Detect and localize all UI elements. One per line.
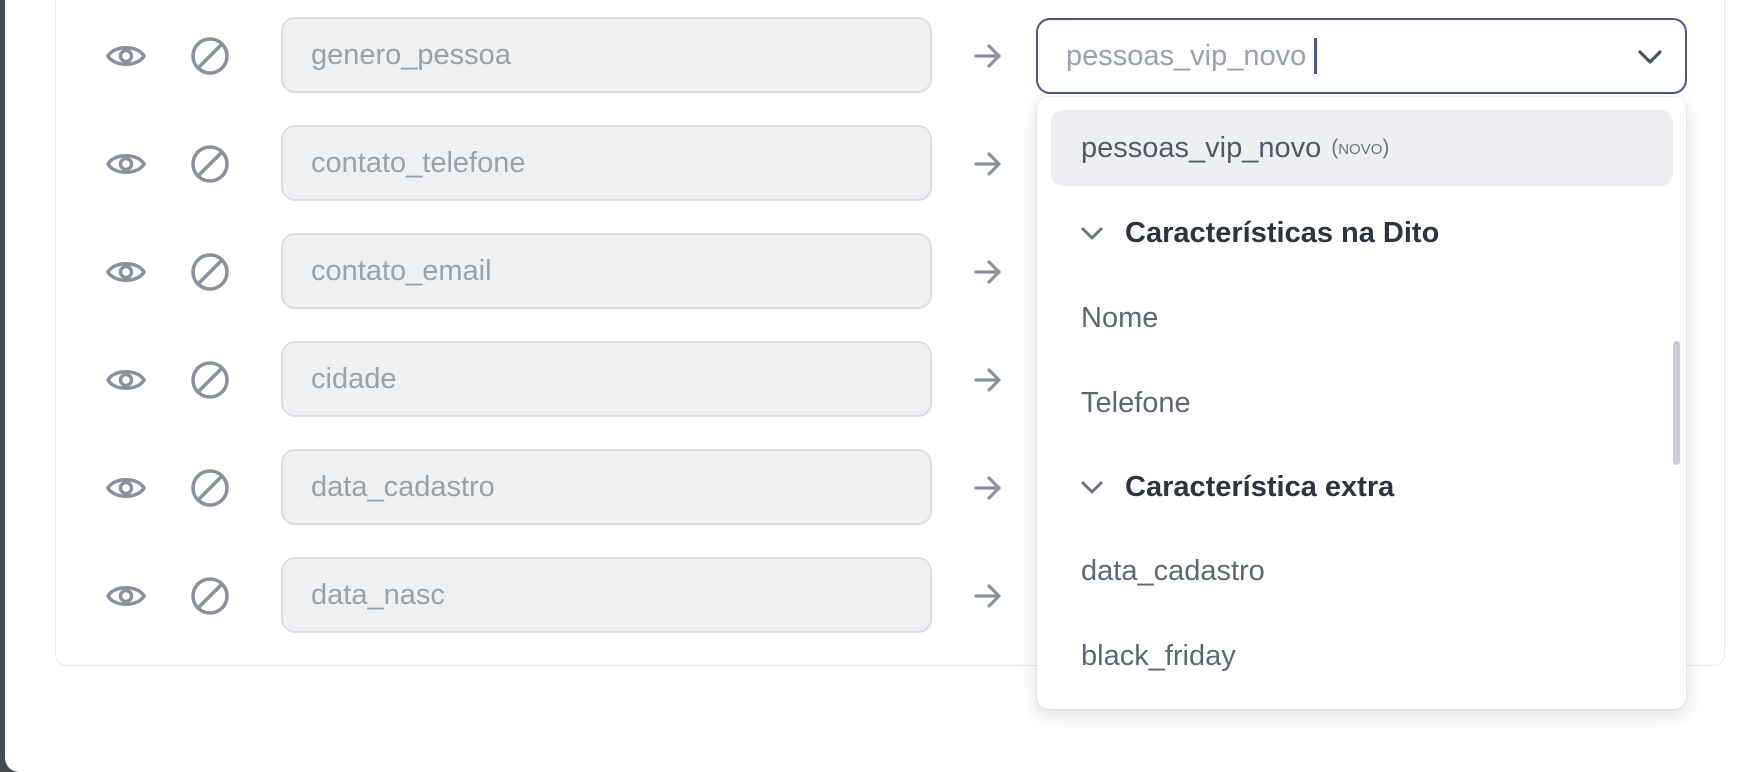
- chevron-down-icon: [1077, 218, 1107, 248]
- ignore-icon[interactable]: [188, 574, 232, 618]
- eye-icon[interactable]: [104, 360, 148, 400]
- option-label: Telefone: [1081, 386, 1191, 419]
- ignore-icon[interactable]: [188, 358, 232, 402]
- dropdown-scrollbar[interactable]: [1673, 341, 1680, 465]
- ignore-icon[interactable]: [188, 142, 232, 186]
- eye-icon[interactable]: [104, 144, 148, 184]
- option-label: pessoas_vip_novo: [1081, 131, 1322, 164]
- arrow-right-icon: [968, 144, 1008, 184]
- option-item[interactable]: data_cadastro: [1081, 541, 1265, 601]
- option-new-value[interactable]: pessoas_vip_novo (novo): [1051, 110, 1673, 186]
- option-label: Nome: [1081, 301, 1159, 334]
- source-field: genero_pessoa: [281, 17, 932, 93]
- select-value: pessoas_vip_novo: [1066, 39, 1307, 72]
- dropdown-menu: pessoas_vip_novo (novo) Características …: [1037, 97, 1686, 709]
- new-tag: (novo): [1331, 136, 1390, 159]
- group-label: Características na Dito: [1125, 216, 1440, 249]
- option-label: black_friday: [1081, 639, 1236, 672]
- ignore-icon[interactable]: [188, 466, 232, 510]
- group-header-extra[interactable]: Característica extra: [1077, 457, 1394, 517]
- text-cursor: [1314, 38, 1318, 74]
- eye-icon[interactable]: [104, 36, 148, 76]
- source-field: data_cadastro: [281, 449, 932, 525]
- arrow-right-icon: [968, 252, 1008, 292]
- eye-icon[interactable]: [104, 252, 148, 292]
- destination-select[interactable]: pessoas_vip_novo: [1036, 18, 1687, 94]
- option-item[interactable]: Telefone: [1081, 373, 1191, 433]
- option-item[interactable]: black_friday: [1081, 626, 1236, 686]
- group-label: Característica extra: [1125, 470, 1395, 503]
- ignore-icon[interactable]: [188, 34, 232, 78]
- option-label: data_cadastro: [1081, 554, 1265, 587]
- source-field: contato_email: [281, 233, 932, 309]
- group-header-dito[interactable]: Características na Dito: [1077, 203, 1439, 263]
- source-field: data_nasc: [281, 557, 932, 633]
- chevron-down-icon[interactable]: [1635, 42, 1665, 72]
- modal-panel: genero_pessoa contato_telefone contato_e…: [5, 0, 1750, 772]
- arrow-right-icon: [968, 576, 1008, 616]
- eye-icon[interactable]: [104, 576, 148, 616]
- arrow-right-icon: [968, 36, 1008, 76]
- arrow-right-icon: [968, 468, 1008, 508]
- source-field: cidade: [281, 341, 932, 417]
- chevron-down-icon: [1077, 472, 1107, 502]
- option-item[interactable]: Nome: [1081, 288, 1158, 348]
- source-field: contato_telefone: [281, 125, 932, 201]
- eye-icon[interactable]: [104, 468, 148, 508]
- arrow-right-icon: [968, 360, 1008, 400]
- ignore-icon[interactable]: [188, 250, 232, 294]
